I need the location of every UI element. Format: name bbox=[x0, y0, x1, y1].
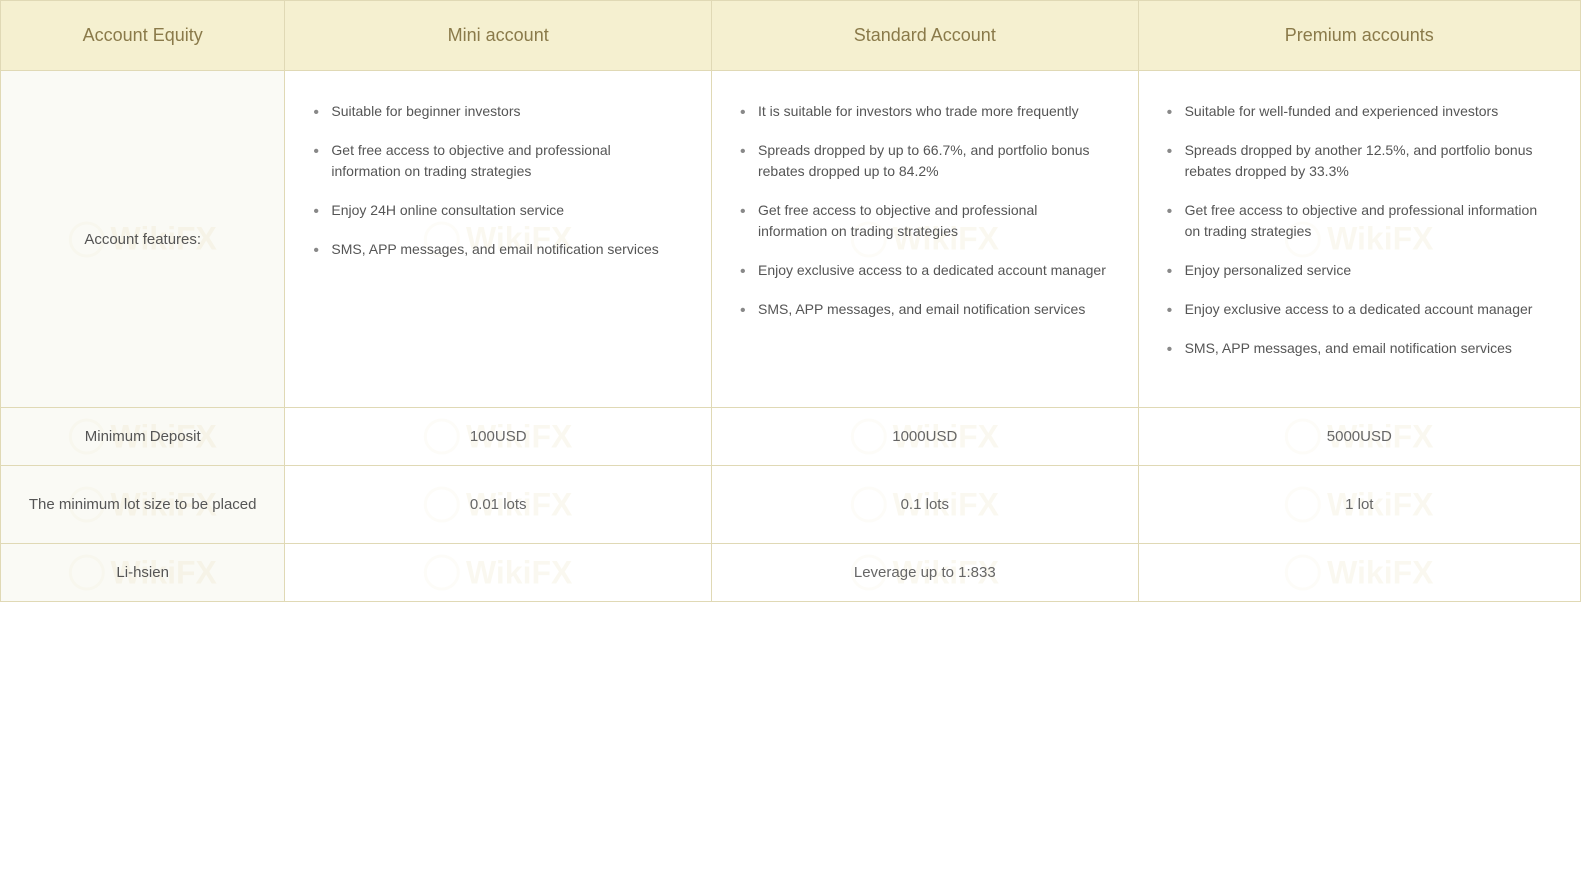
min-deposit-row: WikiFX Minimum Deposit WikiFX 100USD Wik… bbox=[1, 408, 1581, 466]
features-label: WikiFX Account features: bbox=[1, 71, 285, 408]
list-item: It is suitable for investors who trade m… bbox=[740, 101, 1110, 122]
header-premium: Premium accounts bbox=[1138, 1, 1580, 71]
list-item: Get free access to objective and profess… bbox=[1167, 200, 1552, 242]
list-item: Enjoy personalized service bbox=[1167, 260, 1552, 281]
list-item: SMS, APP messages, and email notificatio… bbox=[1167, 338, 1552, 359]
list-item: Spreads dropped by up to 66.7%, and port… bbox=[740, 140, 1110, 182]
list-item: SMS, APP messages, and email notificatio… bbox=[313, 239, 683, 260]
features-row: WikiFX Account features: WikiFX Suitable… bbox=[1, 71, 1581, 408]
min-lot-standard: WikiFX 0.1 lots bbox=[711, 466, 1138, 544]
footer-row: WikiFX Li-hsien WikiFX WikiFX Leverage bbox=[1, 544, 1581, 602]
list-item: Get free access to objective and profess… bbox=[313, 140, 683, 182]
min-deposit-mini: WikiFX 100USD bbox=[285, 408, 712, 466]
list-item: Get free access to objective and profess… bbox=[740, 200, 1110, 242]
footer-mini-empty: WikiFX bbox=[285, 544, 712, 602]
min-lot-row: WikiFX The minimum lot size to be placed… bbox=[1, 466, 1581, 544]
list-item: Enjoy 24H online consultation service bbox=[313, 200, 683, 221]
footer-label: WikiFX Li-hsien bbox=[1, 544, 285, 602]
min-deposit-standard: WikiFX 1000USD bbox=[711, 408, 1138, 466]
footer-standard-note: WikiFX Leverage up to 1:833 bbox=[711, 544, 1138, 602]
min-lot-mini: WikiFX 0.01 lots bbox=[285, 466, 712, 544]
features-mini: WikiFX Suitable for beginner investorsGe… bbox=[285, 71, 712, 408]
header-standard: Standard Account bbox=[711, 1, 1138, 71]
list-item: Enjoy exclusive access to a dedicated ac… bbox=[740, 260, 1110, 281]
header-mini: Mini account bbox=[285, 1, 712, 71]
list-item: Enjoy exclusive access to a dedicated ac… bbox=[1167, 299, 1552, 320]
list-item: Suitable for well-funded and experienced… bbox=[1167, 101, 1552, 122]
features-standard: WikiFX It is suitable for investors who … bbox=[711, 71, 1138, 408]
list-item: Spreads dropped by another 12.5%, and po… bbox=[1167, 140, 1552, 182]
list-item: SMS, APP messages, and email notificatio… bbox=[740, 299, 1110, 320]
min-deposit-premium: WikiFX 5000USD bbox=[1138, 408, 1580, 466]
min-deposit-label: WikiFX Minimum Deposit bbox=[1, 408, 285, 466]
header-equity: Account Equity bbox=[1, 1, 285, 71]
min-lot-premium: WikiFX 1 lot bbox=[1138, 466, 1580, 544]
features-premium: WikiFX Suitable for well-funded and expe… bbox=[1138, 71, 1580, 408]
min-lot-label: WikiFX The minimum lot size to be placed bbox=[1, 466, 285, 544]
list-item: Suitable for beginner investors bbox=[313, 101, 683, 122]
footer-premium-empty: WikiFX bbox=[1138, 544, 1580, 602]
